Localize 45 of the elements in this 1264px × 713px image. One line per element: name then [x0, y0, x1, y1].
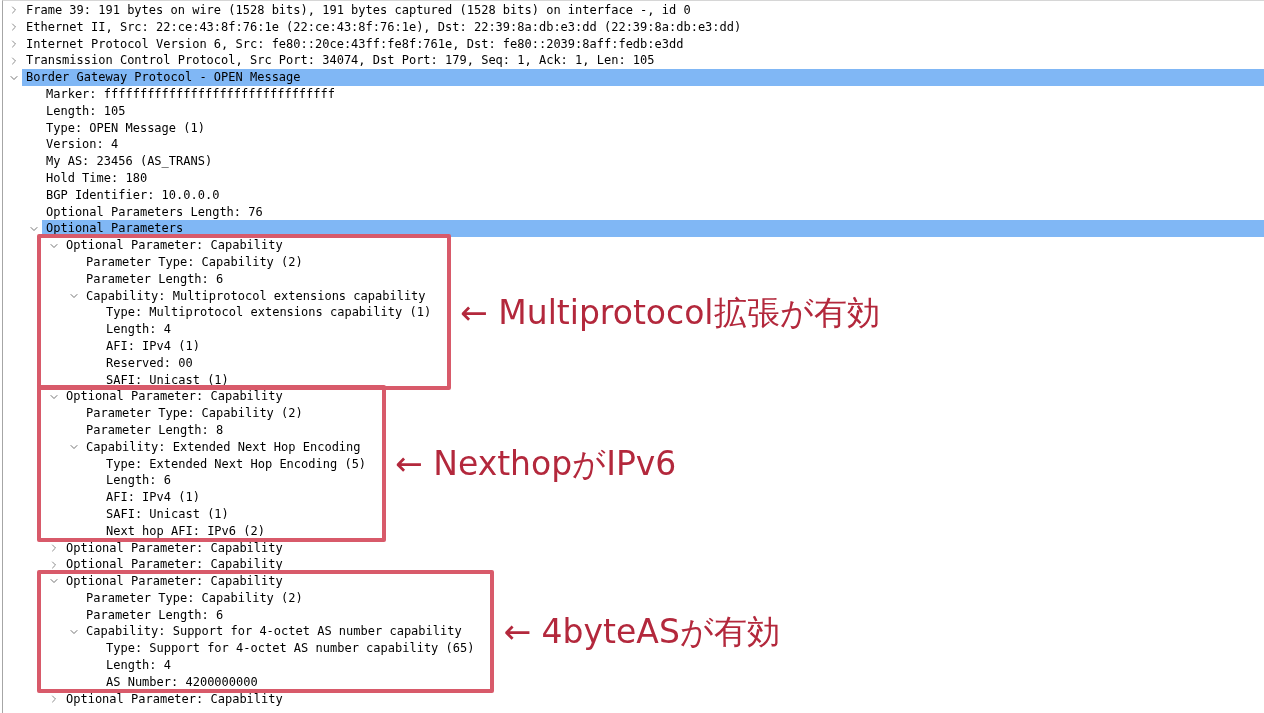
tree-item[interactable]: Length: 6: [102, 472, 371, 490]
tree-item[interactable]: Optional Parameter: Capability: [62, 539, 1264, 557]
tree-item[interactable]: Optional Parameter: Capability: [62, 573, 479, 590]
tree-item[interactable]: Internet Protocol Version 6, Src: fe80::20ce:43ff:fe8f:761e, Dst: fe80::2039:8aff:fedb:e3dd: [22, 35, 1264, 53]
tree-item[interactable]: Transmission Control Protocol, Src Port: 34074, Dst Port: 179, Seq: 1, Ack: 1, Len: 105: [22, 52, 1264, 70]
tree-item[interactable]: My AS: 23456 (AS_TRANS): [42, 153, 1264, 170]
tree-item[interactable]: AFI: IPv4 (1): [102, 489, 371, 506]
tree-item[interactable]: Ethernet II, Src: 22:ce:43:8f:76:1e (22:ce:43:8f:76:1e), Dst: 22:39:8a:db:e3:dd (22:39:8a:db:e3:dd): [22, 18, 1264, 36]
tree-item[interactable]: Optional Parameter: Capability: [62, 556, 1264, 574]
annotation-text: ← 4byteASが有効: [503, 610, 780, 653]
tree-item[interactable]: Parameter Length: 6: [82, 606, 479, 624]
tree-item[interactable]: Reserved: 00: [102, 354, 436, 372]
tree-item[interactable]: AS Number: 4200000000: [102, 673, 479, 691]
tree-item[interactable]: Parameter Length: 8: [82, 421, 371, 439]
tree-item[interactable]: Length: 105: [42, 102, 1264, 120]
tree-item[interactable]: Optional Parameter: Capability: [62, 237, 436, 254]
tree-item[interactable]: Optional Parameters: [42, 220, 1264, 238]
tree-item[interactable]: Type: Support for 4-octet AS number capability (65): [102, 640, 479, 658]
tree-item[interactable]: Type: OPEN Message (1): [42, 119, 1264, 137]
tree-item[interactable]: SAFI: Unicast (1): [102, 371, 436, 389]
tree-item[interactable]: BGP Identifier: 10.0.0.0: [42, 186, 1264, 204]
tree-item[interactable]: Capability: Extended Next Hop Encoding: [82, 438, 371, 456]
tree-item[interactable]: Length: 4: [102, 657, 479, 674]
tree-item[interactable]: Parameter Type: Capability (2): [82, 253, 436, 271]
tree-item[interactable]: Parameter Type: Capability (2): [82, 405, 371, 422]
tree-item[interactable]: Optional Parameter: Capability: [62, 690, 1264, 708]
tree-item[interactable]: Type: Multiprotocol extensions capability (1): [102, 304, 436, 322]
tree-item[interactable]: Type: Extended Next Hop Encoding (5): [102, 455, 371, 473]
tree-item[interactable]: Border Gateway Protocol - OPEN Message: [22, 69, 1264, 86]
tree-item[interactable]: Capability: Support for 4-octet AS number capability: [82, 623, 479, 641]
tree-item[interactable]: Version: 4: [42, 136, 1264, 154]
annotation-text: ← Multiprotocol拡張が有効: [460, 291, 880, 334]
tree-item[interactable]: Parameter Length: 6: [82, 270, 436, 288]
tree-item[interactable]: Hold Time: 180: [42, 169, 1264, 187]
annotation-text: ← NexthopがIPv6: [395, 442, 677, 485]
tree-item[interactable]: Marker: ffffffffffffffffffffffffffffffff: [42, 86, 1264, 103]
tree-item[interactable]: Next hop AFI: IPv6 (2): [102, 522, 371, 540]
tree-item[interactable]: SAFI: Unicast (1): [102, 505, 371, 523]
tree-item[interactable]: Length: 4: [102, 321, 436, 338]
tree-item[interactable]: AFI: IPv4 (1): [102, 337, 436, 355]
tree-item[interactable]: Capability: Multiprotocol extensions capability: [82, 287, 436, 305]
tree-item[interactable]: Frame 39: 191 bytes on wire (1528 bits), 191 bytes captured (1528 bits) on interface -, id 0: [22, 2, 1264, 19]
tree-item[interactable]: Parameter Type: Capability (2): [82, 589, 479, 607]
tree-item[interactable]: Optional Parameter: Capability: [62, 388, 371, 406]
tree-item[interactable]: Optional Parameters Length: 76: [42, 203, 1264, 221]
